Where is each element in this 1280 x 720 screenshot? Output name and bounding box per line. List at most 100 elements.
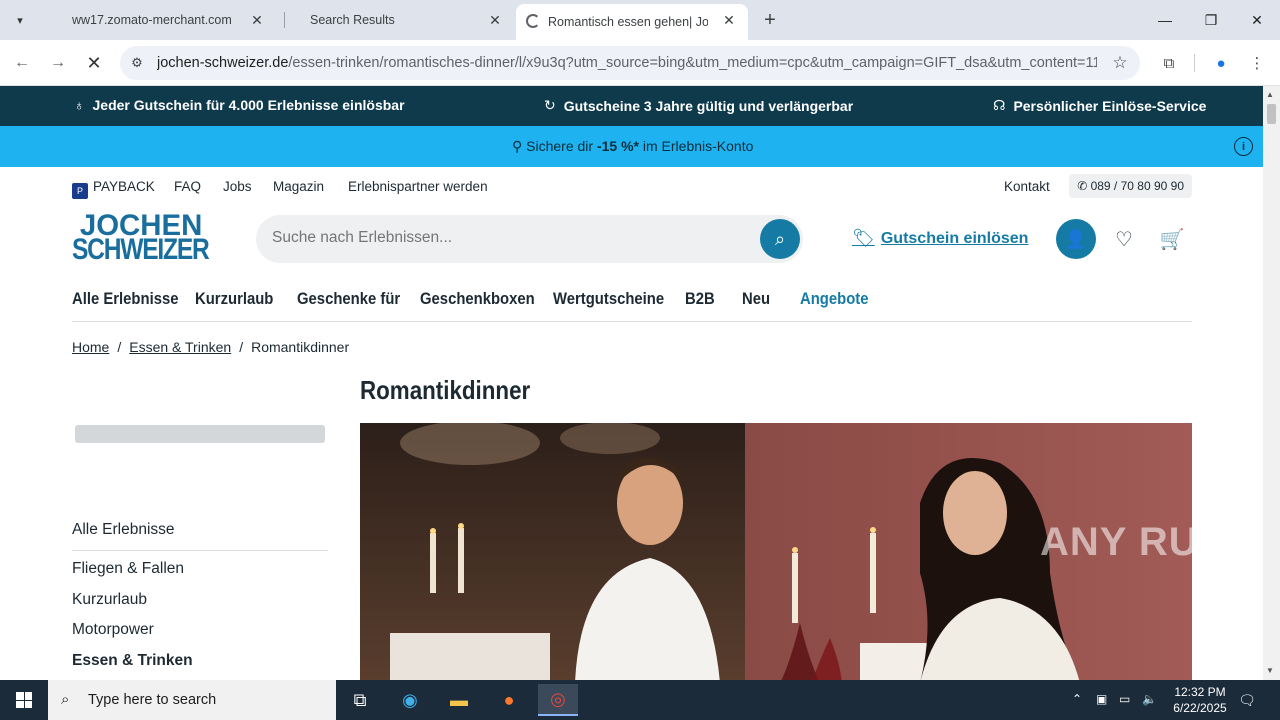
file-explorer-icon[interactable]: ▬ xyxy=(439,684,479,716)
tray-chevron-up-icon[interactable]: ⌃ xyxy=(1072,692,1082,706)
jochen-schweizer-logo[interactable]: JOCHEN SCHWEIZER xyxy=(72,211,210,265)
tab-close-icon[interactable]: ✕ xyxy=(720,11,738,29)
nav-neu[interactable]: Neu xyxy=(742,290,770,309)
volume-icon[interactable]: 🔈 xyxy=(1142,692,1157,706)
back-arrow-icon[interactable]: ← xyxy=(10,51,34,75)
extensions-puzzle-icon[interactable]: ⧉ xyxy=(1157,51,1181,75)
stop-loading-icon[interactable]: ✕ xyxy=(82,51,106,75)
address-url[interactable]: jochen-schweizer.de/essen-trinken/romant… xyxy=(157,55,1097,71)
tray-device-icon[interactable]: ▣ xyxy=(1096,692,1107,706)
nav-angebote[interactable]: Angebote xyxy=(800,290,868,309)
windows-taskbar: ⌕ Type here to search ⧉ ◉ ▬ ● ◎ ⌃ ▣ ▭ 🔈 … xyxy=(0,680,1280,720)
notifications-icon[interactable]: 🗨 xyxy=(1232,690,1262,710)
wishlist-heart-icon[interactable]: ♡ xyxy=(1112,227,1136,251)
phone-button[interactable]: ✆ 089 / 70 80 90 90 xyxy=(1069,174,1192,198)
nav-geschenkboxen[interactable]: Geschenkboxen xyxy=(420,290,535,309)
tab-close-icon[interactable]: ✕ xyxy=(486,11,504,29)
browser-tab-jochen-schweizer[interactable]: Romantisch essen gehen| Jochen Schweizer… xyxy=(516,4,748,40)
sidebar-item-fliegen-fallen[interactable]: Fliegen & Fallen xyxy=(72,560,184,578)
sidebar-divider xyxy=(72,550,328,551)
nav-geschenke-fuer[interactable]: Geschenke für xyxy=(297,290,400,309)
restore-icon[interactable]: ❐ xyxy=(1196,8,1226,32)
cart-icon[interactable]: 🛒 xyxy=(1160,227,1185,251)
breadcrumb-separator: / xyxy=(117,339,122,355)
sidebar-item-alle-erlebnisse[interactable]: Alle Erlebnisse xyxy=(72,521,175,539)
taskbar-clock[interactable]: 12:32 PM 6/22/2025 xyxy=(1160,684,1240,716)
account-button[interactable]: 👤 xyxy=(1056,219,1096,259)
voucher-label: Gutschein einlösen xyxy=(880,229,1029,247)
tab-label: Search Results xyxy=(310,13,395,27)
breadcrumb-separator: / xyxy=(239,339,244,355)
forward-arrow-icon[interactable]: → xyxy=(46,51,70,75)
sidebar-item-motorpower[interactable]: Motorpower xyxy=(72,621,154,639)
tab-search-chevron-icon[interactable]: ▾ xyxy=(8,8,32,32)
start-button[interactable] xyxy=(0,680,48,720)
phone-icon: ✆ xyxy=(1077,179,1091,193)
breadcrumb-home[interactable]: Home xyxy=(72,339,109,355)
site-info-tune-icon[interactable]: ⚙ xyxy=(128,54,146,72)
scroll-thumb[interactable] xyxy=(1267,104,1276,124)
payback-label: PAYBACK xyxy=(93,179,155,194)
contact-link[interactable]: Kontakt xyxy=(1004,179,1050,194)
breadcrumb-category[interactable]: Essen & Trinken xyxy=(129,339,231,355)
new-tab-plus-icon[interactable]: + xyxy=(758,8,782,32)
refresh-icon: ↻ xyxy=(544,97,556,113)
minimize-icon[interactable]: — xyxy=(1150,8,1180,32)
jobs-link[interactable]: Jobs xyxy=(223,179,252,194)
address-bar[interactable]: ⚙ jochen-schweizer.de/essen-trinken/roma… xyxy=(120,46,1140,80)
browser-tab-search-results[interactable]: Search Results ✕ xyxy=(294,4,514,36)
chrome-icon[interactable]: ◎ xyxy=(538,684,578,716)
headset-icon: ☊ xyxy=(993,97,1006,113)
clock-date: 6/22/2025 xyxy=(1173,701,1227,715)
promo-text[interactable]: ⚲ Sichere dir -15 %* im Erlebnis-Konto xyxy=(512,138,753,155)
network-icon[interactable]: ▭ xyxy=(1119,692,1130,706)
profile-avatar-icon[interactable]: ● xyxy=(1209,51,1233,75)
url-path: /essen-trinken/romantisches-dinner/l/x9u… xyxy=(288,55,1097,71)
faq-link[interactable]: FAQ xyxy=(174,179,201,194)
browser-toolbar: ← → ✕ ⚙ jochen-schweizer.de/essen-trinke… xyxy=(0,40,1280,86)
anyrun-watermark: ANY RUN xyxy=(1040,520,1229,564)
search-icon: ⌕ xyxy=(61,691,70,708)
usp-text: Jeder Gutschein für 4.000 Erlebnisse ein… xyxy=(92,97,405,113)
scroll-down-arrow-icon[interactable]: ▼ xyxy=(1266,666,1274,675)
info-icon[interactable]: i xyxy=(1234,137,1253,156)
bookmark-star-icon[interactable]: ☆ xyxy=(1110,53,1130,73)
clock-time: 12:32 PM xyxy=(1174,685,1226,699)
sidebar-item-kurzurlaub[interactable]: Kurzurlaub xyxy=(72,591,147,609)
promo-banner[interactable]: ⚲ Sichere dir -15 %* im Erlebnis-Konto i xyxy=(0,126,1263,167)
firefox-icon[interactable]: ● xyxy=(489,684,529,716)
voucher-tag-icon: 🏷 xyxy=(852,228,875,248)
nav-b2b[interactable]: B2B xyxy=(685,290,715,309)
tab-label: Romantisch essen gehen| Jochen Schweizer xyxy=(548,15,708,29)
nav-kurzurlaub[interactable]: Kurzurlaub xyxy=(195,290,273,309)
edge-icon[interactable]: ◉ xyxy=(390,684,430,716)
voucher-redeem-link[interactable]: 🏷 Gutschein einlösen xyxy=(852,228,1028,249)
sidebar-loading-skeleton xyxy=(75,425,325,443)
promo-prefix: Sichere dir xyxy=(526,138,597,154)
promo-suffix: im Erlebnis-Konto xyxy=(639,138,754,154)
scroll-up-arrow-icon[interactable]: ▲ xyxy=(1266,90,1274,99)
payback-logo-icon: P xyxy=(72,183,88,199)
search-input[interactable] xyxy=(272,229,742,247)
magazin-link[interactable]: Magazin xyxy=(273,179,324,194)
window-close-icon[interactable]: ✕ xyxy=(1242,8,1272,32)
search-button[interactable]: ⌕ xyxy=(760,219,800,259)
taskbar-search-placeholder: Type here to search xyxy=(88,692,217,708)
taskbar-search[interactable]: ⌕ Type here to search xyxy=(48,680,336,720)
page-scrollbar[interactable]: ▲ ▼ xyxy=(1263,86,1280,680)
chrome-menu-dots-icon[interactable]: ⋮ xyxy=(1245,51,1269,75)
nav-alle-erlebnisse[interactable]: Alle Erlebnisse xyxy=(72,290,178,309)
url-host: jochen-schweizer.de xyxy=(157,55,289,71)
usp-item: ♁ Jeder Gutschein für 4.000 Erlebnisse e… xyxy=(74,97,405,113)
payback-link[interactable]: P PAYBACK xyxy=(72,179,155,199)
usp-bar: ♁ Jeder Gutschein für 4.000 Erlebnisse e… xyxy=(0,86,1263,126)
sidebar-item-essen-trinken[interactable]: Essen & Trinken xyxy=(72,652,193,670)
partner-link[interactable]: Erlebnispartner werden xyxy=(348,179,488,194)
phone-number: 089 / 70 80 90 90 xyxy=(1090,179,1184,193)
tab-close-icon[interactable]: ✕ xyxy=(248,11,266,29)
nav-wertgutscheine[interactable]: Wertgutscheine xyxy=(553,290,664,309)
task-view-icon[interactable]: ⧉ xyxy=(340,684,380,716)
tab-separator xyxy=(284,12,285,28)
browser-tab-zomato[interactable]: ww17.zomato-merchant.com ✕ xyxy=(56,4,276,36)
browser-tab-strip: ▾ ww17.zomato-merchant.com ✕ Search Resu… xyxy=(0,0,1280,40)
